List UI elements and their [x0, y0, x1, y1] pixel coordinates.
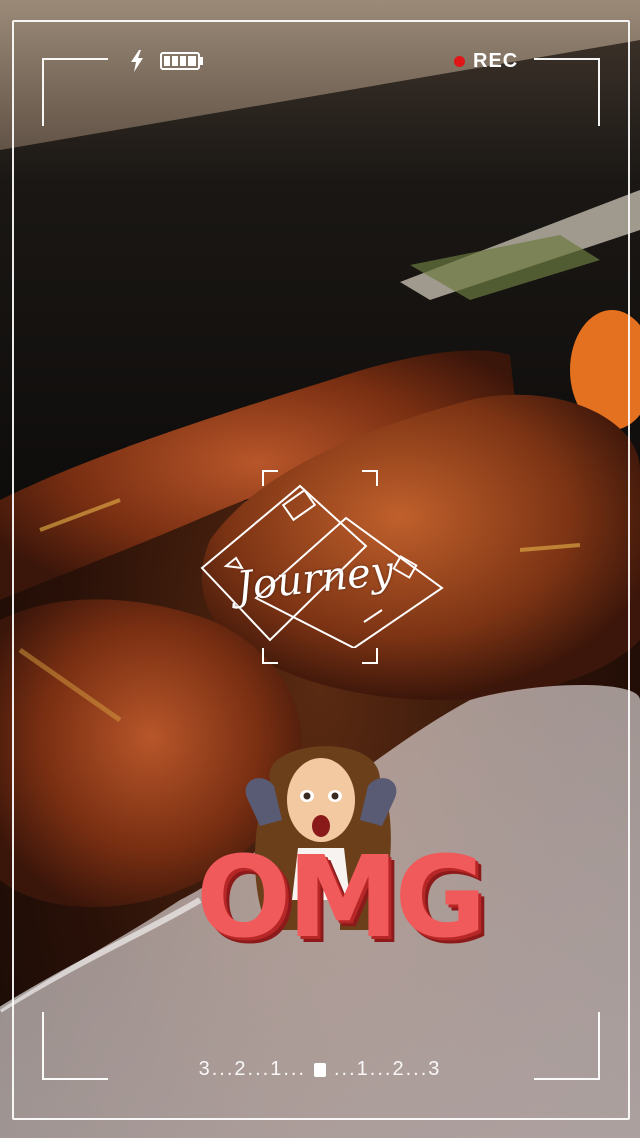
- rec-label: REC: [473, 49, 519, 72]
- rec-dot-icon: [454, 55, 465, 67]
- camera-status-bar: REC: [0, 48, 640, 76]
- video-frame: REC Journey OMG 3...2...1... ...1...2...3: [0, 0, 640, 1138]
- countdown-left: 3...2...1...: [198, 1058, 306, 1080]
- omg-sticker-text: OMG: [196, 833, 487, 963]
- countdown-right: ...1...2...3: [334, 1058, 442, 1080]
- full-battery-icon: [160, 52, 203, 70]
- trash-icon: [314, 1062, 326, 1077]
- rec-indicator: REC: [454, 48, 518, 74]
- flash-icon: [131, 50, 143, 72]
- countdown-indicator: 3...2...1... ...1...2...3: [0, 1058, 640, 1081]
